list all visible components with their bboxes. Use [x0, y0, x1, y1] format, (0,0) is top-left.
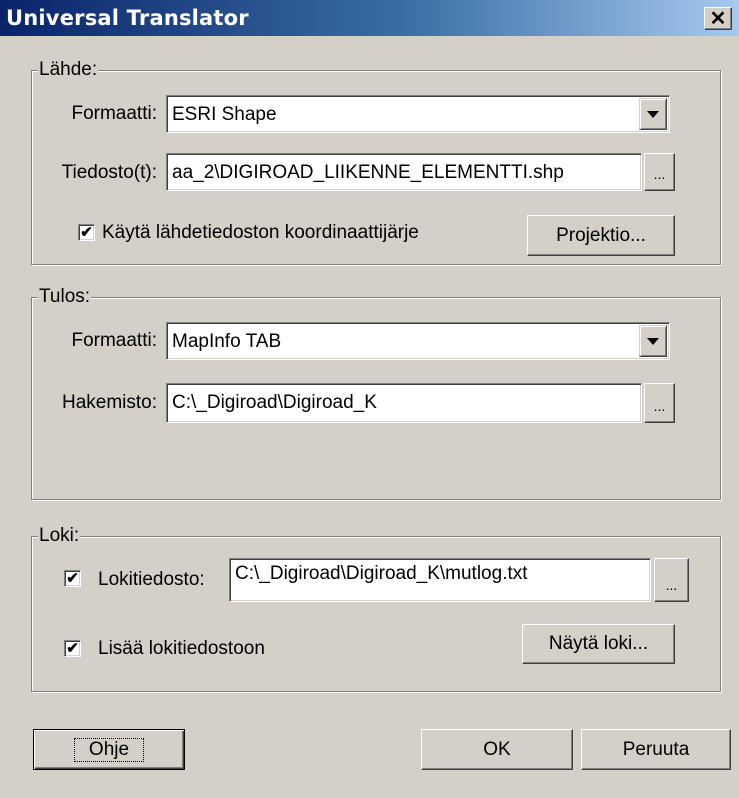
close-icon: ✕	[709, 7, 727, 30]
source-format-value: ESRI Shape	[172, 104, 277, 125]
checkmark-icon: ✔	[66, 640, 79, 657]
output-dir-input[interactable]: C:\_Digiroad\Digiroad_K	[166, 383, 642, 423]
close-button[interactable]: ✕	[704, 7, 732, 30]
window-title: Universal Translator	[6, 6, 249, 30]
output-dir-label: Hakemisto:	[61, 392, 157, 413]
output-format-value: MapInfo TAB	[172, 331, 282, 352]
output-format-label: Formaatti:	[71, 330, 157, 351]
logfile-input[interactable]: C:\_Digiroad\Digiroad_K\mutlog.txt	[229, 558, 651, 602]
append-log-checkbox[interactable]: ✔	[64, 640, 81, 657]
append-log-label: Lisää lokitiedostoon	[98, 638, 265, 659]
source-format-dropdown[interactable]: ESRI Shape	[166, 95, 670, 133]
source-browse-button[interactable]: ...	[644, 153, 675, 191]
chevron-down-icon[interactable]	[639, 98, 667, 130]
use-coords-label: Käytä lähdetiedoston koordinaattijärje	[102, 222, 419, 243]
checkmark-icon: ✔	[80, 224, 93, 241]
log-legend: Loki:	[38, 525, 81, 547]
logfile-checkbox[interactable]: ✔	[64, 570, 81, 587]
help-button[interactable]: Ohje	[33, 729, 185, 770]
source-files-input[interactable]: aa_2\DIGIROAD_LIIKENNE_ELEMENTTI.shp	[166, 153, 642, 191]
output-dir-value: C:\_Digiroad\Digiroad_K	[172, 392, 377, 413]
output-browse-button[interactable]: ...	[644, 383, 675, 423]
source-files-value: aa_2\DIGIROAD_LIIKENNE_ELEMENTTI.shp	[172, 162, 564, 183]
logfile-label: Lokitiedosto:	[98, 569, 205, 590]
logfile-browse-button[interactable]: ...	[654, 558, 689, 602]
show-log-button[interactable]: Näytä loki...	[522, 624, 675, 664]
projection-button[interactable]: Projektio...	[527, 215, 675, 256]
output-format-dropdown[interactable]: MapInfo TAB	[166, 322, 670, 360]
ok-button[interactable]: OK	[421, 729, 573, 770]
use-coords-checkbox[interactable]: ✔	[78, 224, 95, 241]
checkmark-icon: ✔	[66, 570, 79, 587]
source-legend: Lähde:	[38, 59, 99, 81]
cancel-button[interactable]: Peruuta	[581, 729, 731, 770]
logfile-value: C:\_Digiroad\Digiroad_K\mutlog.txt	[235, 563, 528, 584]
source-files-label: Tiedosto(t):	[61, 162, 157, 183]
title-bar[interactable]: Universal Translator ✕	[0, 0, 739, 36]
source-format-label: Formaatti:	[71, 103, 157, 124]
chevron-down-icon[interactable]	[639, 325, 667, 357]
output-legend: Tulos:	[38, 286, 92, 308]
